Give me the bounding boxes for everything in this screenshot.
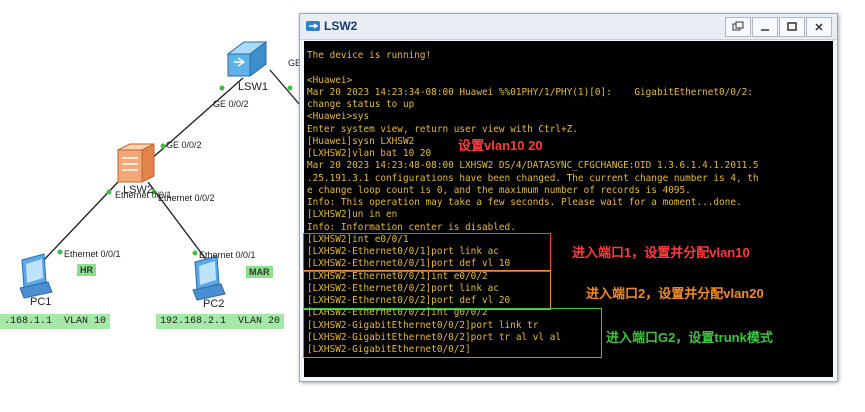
port-dot — [106, 189, 112, 195]
port-label: Ethernet 0/0/2 — [158, 193, 215, 203]
console-line: .25.191.3.1 configurations have been cha… — [307, 172, 759, 184]
pc-icon-pc2[interactable] — [192, 255, 226, 301]
console-line: Mar 20 2023 14:23:48-08:00 LXHSW2 DS/4/D… — [307, 160, 759, 172]
maximize-button[interactable] — [779, 17, 805, 37]
annotation-port2: 进入端口2，设置并分配vlan20 — [586, 286, 764, 301]
close-button[interactable] — [806, 17, 832, 37]
pc1-ip-label: .168.1.1 VLAN 10 — [0, 314, 111, 329]
device-label-pc1: PC1 — [30, 296, 52, 308]
device-label-lsw1: LSW1 — [238, 81, 268, 93]
console-line: Mar 20 2023 14:23:34-08:00 Huawei %%01PH… — [307, 86, 753, 98]
console-line: e change loop count is 0, and the maximu… — [307, 184, 691, 196]
console-line: Info: Information center is disabled. — [307, 221, 516, 233]
annotation-g2-trunk: 进入端口G2，设置trunk模式 — [606, 330, 773, 345]
port-dot — [219, 85, 225, 91]
highlight-box-port1 — [303, 233, 551, 272]
port-label: Ethernet 0/0/1 — [64, 249, 121, 259]
window-title: LSW2 — [324, 19, 358, 33]
switch-icon-lsw2[interactable] — [117, 143, 155, 183]
port-label: GE 0/0/2 — [213, 99, 249, 109]
link-lsw1-right — [269, 69, 301, 106]
console-line: <Huawei> — [307, 74, 353, 86]
maximize-icon — [787, 22, 797, 31]
minimize-icon — [761, 29, 769, 31]
pc2-tag: MAR — [246, 266, 273, 278]
window-titlebar[interactable]: LSW2 — [300, 14, 837, 40]
console-line: <Huawei>sys — [307, 111, 370, 123]
close-icon — [815, 23, 823, 31]
console-line: change status to up — [307, 99, 415, 110]
console-line: The device is running! — [307, 50, 432, 61]
console-line: [LXHSW2]un in en — [307, 209, 398, 221]
device-label-pc2: PC2 — [203, 298, 225, 310]
console-line: Enter system view, return user view with… — [307, 123, 578, 135]
port-label: Ethernet 0/0/1 — [199, 250, 256, 260]
port-dot — [57, 249, 63, 255]
pc1-tag: HR — [77, 264, 96, 276]
restore-button[interactable] — [725, 17, 751, 37]
port-label: GE 0/0/2 — [166, 140, 202, 150]
restore-icon — [732, 21, 744, 31]
minimize-button[interactable] — [752, 17, 778, 37]
highlight-box-port2 — [303, 270, 551, 310]
switch-icon-lsw1[interactable] — [226, 41, 268, 77]
console-line: Info: This operation may take a few seco… — [307, 197, 742, 208]
annotation-vlan-batch: 设置vlan10 20 — [458, 138, 543, 153]
port-dot — [160, 143, 166, 149]
highlight-box-g2 — [303, 308, 602, 358]
pc-icon-pc1[interactable] — [19, 253, 53, 299]
switch-app-icon — [306, 21, 320, 31]
port-dot — [192, 250, 198, 256]
port-dot — [287, 85, 293, 91]
annotation-port1: 进入端口1，设置并分配vlan10 — [572, 245, 750, 260]
pc2-ip-label: 192.168.2.1 VLAN 20 — [156, 314, 285, 329]
